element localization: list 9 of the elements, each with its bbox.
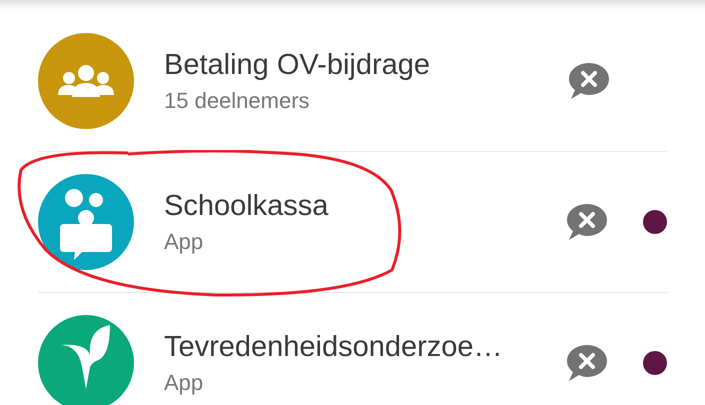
close-chat-icon[interactable] [565, 343, 609, 383]
close-chat-icon[interactable] [566, 60, 611, 100]
conversation-title: Schoolkassa [164, 189, 330, 224]
conversation-subtitle: 15 deelnemers [164, 86, 311, 114]
close-chat-icon[interactable] [565, 202, 609, 242]
conversation-subtitle: App [164, 228, 204, 256]
conversation-title: Tevredenheidsonderzoe… [164, 330, 504, 366]
conversation-subtitle: App [164, 369, 204, 397]
conversation-title: Betaling OV-bijdrage [164, 48, 431, 83]
